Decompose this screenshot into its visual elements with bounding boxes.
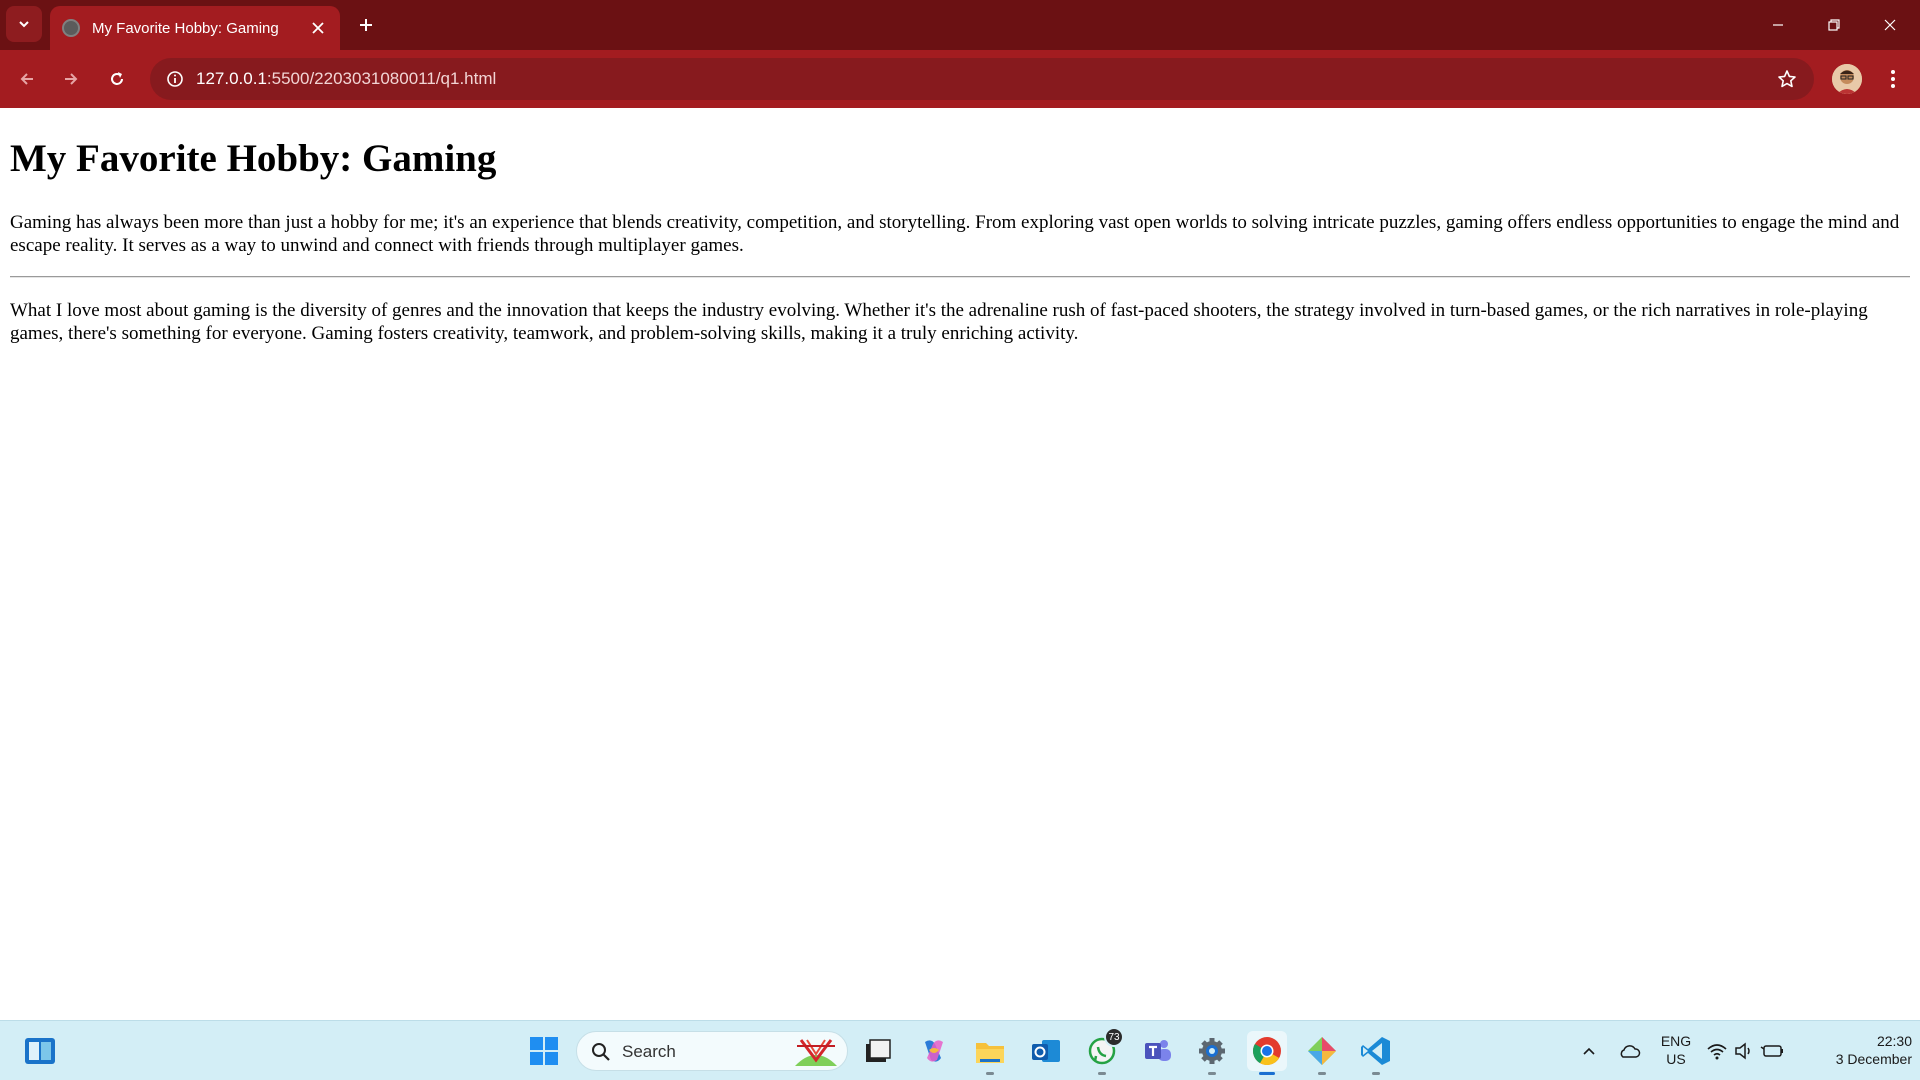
notification-badge: 73 <box>1104 1027 1124 1047</box>
chevron-up-icon <box>1583 1047 1595 1055</box>
close-icon <box>1884 19 1896 31</box>
vscode-icon <box>1361 1037 1390 1065</box>
paragraph-details: What I love most about gaming is the div… <box>10 300 1868 344</box>
taskbar-chrome[interactable] <box>1247 1031 1287 1075</box>
teams-icon <box>1145 1040 1171 1061</box>
folder-icon <box>976 1043 1004 1063</box>
language-indicator[interactable]: ENG US <box>1656 1032 1696 1068</box>
site-info-button[interactable] <box>160 64 190 94</box>
page-heading: My Favorite Hobby: Gaming <box>10 137 497 180</box>
taskbar-search[interactable]: Search <box>576 1031 848 1071</box>
widgets-icon <box>25 1038 55 1064</box>
region-label: US <box>1666 1051 1686 1067</box>
url-text: 127.0.0.1:5500/2203031080011/q1.html <box>196 69 496 89</box>
running-indicator <box>1098 1072 1106 1075</box>
close-window-button[interactable] <box>1862 0 1918 50</box>
minimize-button[interactable] <box>1750 0 1806 50</box>
windows-logo-icon <box>530 1037 558 1065</box>
taskbar-teams[interactable] <box>1138 1031 1178 1071</box>
plus-icon <box>360 19 372 31</box>
outlook-icon <box>1032 1040 1060 1062</box>
paragraph-intro: Gaming has always been more than just a … <box>10 212 1900 256</box>
taskbar: Search 73 ENG US 22:30 3 December <box>0 1020 1920 1080</box>
clock[interactable]: 22:30 3 December <box>1800 1032 1912 1068</box>
task-view-button[interactable] <box>858 1031 898 1071</box>
taskbar-app-diamond[interactable] <box>1302 1031 1342 1075</box>
volume-icon <box>1735 1042 1750 1060</box>
url-path: :5500/2203031080011/q1.html <box>266 69 497 88</box>
search-highlight-icon <box>795 1039 837 1066</box>
reload-button[interactable] <box>98 60 136 98</box>
arrow-left-icon <box>20 73 33 85</box>
onedrive-button[interactable] <box>1609 1031 1649 1071</box>
clock-time: 22:30 <box>1876 1033 1912 1049</box>
minimize-icon <box>1773 24 1783 26</box>
reload-icon <box>111 72 123 85</box>
cloud-icon <box>1620 1045 1641 1058</box>
search-label: Search <box>622 1042 676 1061</box>
browser-toolbar: 127.0.0.1:5500/2203031080011/q1.html <box>0 50 1920 108</box>
running-indicator <box>986 1072 994 1075</box>
language-label: ENG <box>1660 1033 1692 1049</box>
more-vertical-icon <box>1891 70 1895 88</box>
active-indicator <box>1259 1072 1275 1075</box>
web-page: My Favorite Hobby: Gaming Gaming has alw… <box>0 108 1920 1020</box>
horizontal-rule <box>10 276 1910 278</box>
battery-icon <box>1760 1045 1783 1057</box>
new-tab-button[interactable] <box>350 9 382 41</box>
search-icon <box>592 1043 610 1061</box>
arrow-right-icon <box>65 73 78 85</box>
star-icon <box>1778 70 1796 88</box>
restore-button[interactable] <box>1806 0 1862 50</box>
task-view-icon <box>866 1039 891 1062</box>
avatar-icon <box>1832 64 1862 94</box>
taskbar-file-explorer[interactable] <box>970 1031 1010 1075</box>
tab-search-button[interactable] <box>6 6 42 42</box>
address-bar[interactable]: 127.0.0.1:5500/2203031080011/q1.html <box>150 58 1814 100</box>
taskbar-outlook[interactable] <box>1026 1031 1066 1071</box>
bookmark-button[interactable] <box>1772 64 1802 94</box>
taskbar-copilot[interactable] <box>914 1031 954 1071</box>
forward-button[interactable] <box>52 60 90 98</box>
copilot-icon <box>925 1040 943 1062</box>
chrome-icon <box>1253 1037 1281 1065</box>
tab-strip: My Favorite Hobby: Gaming <box>0 0 1920 50</box>
tab-title: My Favorite Hobby: Gaming <box>92 19 279 37</box>
show-hidden-icons-button[interactable] <box>1569 1031 1609 1071</box>
gear-icon <box>1199 1038 1225 1064</box>
running-indicator <box>1318 1072 1326 1075</box>
close-icon <box>312 22 324 34</box>
info-icon <box>167 71 183 87</box>
taskbar-whatsapp[interactable]: 73 <box>1082 1027 1124 1075</box>
close-tab-button[interactable] <box>304 14 332 42</box>
chevron-down-icon <box>19 21 29 28</box>
running-indicator <box>1208 1072 1216 1075</box>
url-host: 127.0.0.1 <box>196 69 267 88</box>
clock-date: 3 December <box>1835 1051 1912 1067</box>
browser-menu-button[interactable] <box>1878 62 1908 96</box>
widgets-button[interactable] <box>20 1031 60 1071</box>
globe-icon <box>62 19 80 37</box>
active-tab[interactable]: My Favorite Hobby: Gaming <box>50 6 340 50</box>
taskbar-settings[interactable] <box>1192 1031 1232 1075</box>
quick-settings-button[interactable] <box>1705 1031 1785 1071</box>
wifi-icon <box>1707 1044 1727 1060</box>
taskbar-vscode[interactable] <box>1356 1031 1396 1075</box>
running-indicator <box>1372 1072 1380 1075</box>
restore-icon <box>1828 19 1840 31</box>
diamond-app-icon <box>1308 1037 1336 1065</box>
start-button[interactable] <box>524 1031 564 1071</box>
profile-avatar[interactable] <box>1832 64 1862 94</box>
back-button[interactable] <box>8 60 46 98</box>
